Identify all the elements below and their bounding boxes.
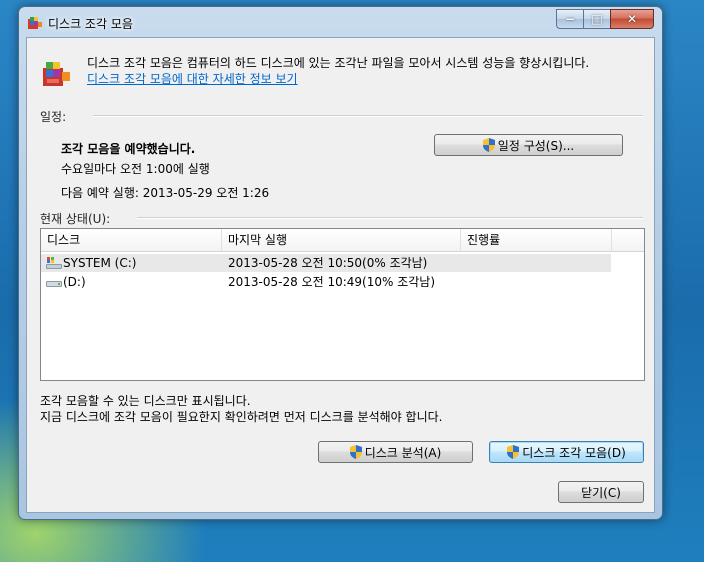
disk-name: (D:): [63, 275, 86, 289]
uac-shield-icon: [482, 138, 495, 152]
column-header-last-run[interactable]: 마지막 실행: [222, 229, 461, 251]
defragment-disk-button[interactable]: 디스크 조각 모음(D): [489, 441, 644, 463]
column-header-disk[interactable]: 디스크: [41, 229, 222, 251]
maximize-button[interactable]: □: [583, 9, 611, 29]
note-line-1: 조각 모음할 수 있는 디스크만 표시됩니다.: [40, 394, 251, 408]
close-button-label: 닫기(C): [581, 485, 621, 500]
hard-drive-icon: [46, 281, 62, 287]
current-status-label: 현재 상태(U):: [40, 212, 111, 226]
disk-list[interactable]: 디스크 마지막 실행 진행률 SYSTEM (C:) 2013-05-28 오전…: [40, 228, 645, 381]
dialog-client-area: 디스크 조각 모음은 컴퓨터의 하드 디스크에 있는 조각난 파일을 모아서 시…: [26, 37, 655, 513]
analyze-disk-label: 디스크 분석(A): [364, 445, 442, 460]
disk-list-header: 디스크 마지막 실행 진행률: [41, 229, 644, 252]
status-divider: [137, 217, 643, 219]
disk-last-run: 2013-05-28 오전 10:49(10% 조각남): [228, 275, 435, 289]
schedule-status: 조각 모음을 예약했습니다.: [61, 142, 196, 156]
configure-schedule-button[interactable]: 일정 구성(S)...: [434, 134, 623, 156]
schedule-next-run: 다음 예약 실행: 2013-05-29 오전 1:26: [61, 186, 270, 200]
schedule-divider: [93, 115, 643, 117]
more-info-link[interactable]: 디스크 조각 모음에 대한 자세한 정보 보기: [87, 70, 298, 87]
uac-shield-icon: [349, 445, 362, 459]
uac-shield-icon: [507, 445, 520, 459]
defrag-app-icon: [28, 17, 42, 29]
minimize-icon: −: [564, 12, 576, 26]
defrag-large-icon: [43, 62, 70, 86]
close-window-button[interactable]: ✕: [610, 9, 654, 29]
disk-last-run: 2013-05-28 오전 10:50(0% 조각남): [228, 256, 428, 270]
disk-name: SYSTEM (C:): [63, 256, 137, 270]
disk-row-c[interactable]: SYSTEM (C:) 2013-05-28 오전 10:50(0% 조각남): [41, 254, 611, 272]
note-line-2: 지금 디스크에 조각 모음이 필요한지 확인하려면 먼저 디스크를 분석해야 합…: [40, 410, 443, 424]
maximize-icon: □: [591, 12, 603, 26]
window-title: 디스크 조각 모음: [48, 17, 133, 31]
column-header-progress[interactable]: 진행률: [461, 229, 612, 251]
system-drive-icon: [46, 257, 62, 269]
description-text: 디스크 조각 모음은 컴퓨터의 하드 디스크에 있는 조각난 파일을 모아서 시…: [87, 56, 590, 70]
analyze-disk-button[interactable]: 디스크 분석(A): [318, 441, 473, 463]
minimize-button[interactable]: −: [556, 9, 584, 29]
disk-row-d[interactable]: (D:) 2013-05-28 오전 10:49(10% 조각남): [41, 273, 611, 291]
close-icon: ✕: [626, 12, 638, 26]
close-button[interactable]: 닫기(C): [558, 481, 644, 503]
defrag-window: 디스크 조각 모음 − □ ✕ 디스크 조각 모음은 컴퓨터의 하드 디스크에 …: [18, 6, 663, 520]
defragment-disk-label: 디스크 조각 모음(D): [522, 445, 626, 460]
title-bar[interactable]: 디스크 조각 모음 − □ ✕: [19, 7, 662, 37]
configure-schedule-label: 일정 구성(S)...: [497, 138, 575, 153]
schedule-label: 일정:: [40, 110, 67, 124]
schedule-frequency: 수요일마다 오전 1:00에 실행: [61, 162, 210, 176]
